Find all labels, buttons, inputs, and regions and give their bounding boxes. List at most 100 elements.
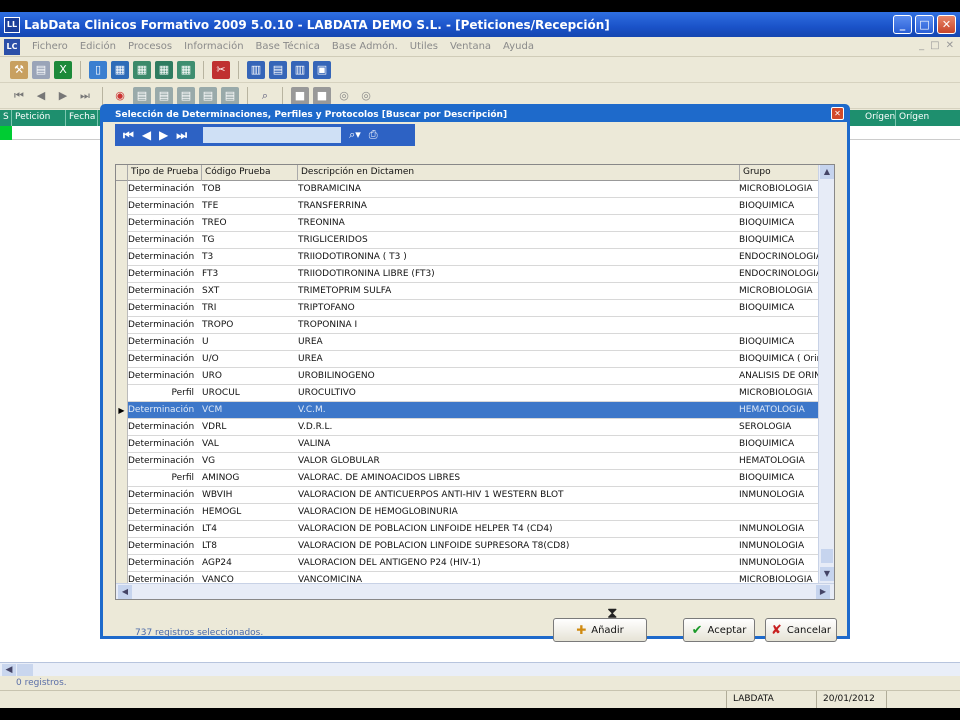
excel-icon[interactable]: X — [54, 60, 72, 79]
table-row[interactable]: Determinación SXT TRIMETOPRIM SULFA MICROBI… — [116, 282, 832, 300]
scroll-left-icon[interactable]: ◀ — [2, 664, 16, 676]
search-icon[interactable]: ⌕▾ — [349, 128, 361, 142]
last-icon[interactable]: ⏭ — [176, 128, 187, 143]
tools-icon[interactable]: ⚒ — [10, 60, 28, 79]
insert-icon[interactable]: ◉ — [111, 87, 129, 105]
table-row[interactable]: Determinación U UREA BIOQUÍMICA — [116, 333, 832, 351]
col-tipo-prueba[interactable]: Tipo de Prueba — [128, 165, 202, 181]
print-icon[interactable]: ▤ — [32, 60, 50, 79]
table-row[interactable]: Determinación TROPO TROPONINA I — [116, 316, 832, 334]
last-record-icon[interactable]: ⏭ — [76, 87, 94, 105]
table-row[interactable]: Determinación TREO TREONINA BIOQUÍMICA — [116, 214, 832, 232]
row-indicator[interactable] — [116, 520, 128, 538]
row-indicator[interactable] — [116, 384, 128, 402]
grid-icon[interactable]: ▦ — [155, 60, 173, 79]
table-row[interactable]: ▶ Determinación VCM V.C.M. HEMATOLOGÍA — [116, 401, 832, 419]
table-row[interactable]: Determinación URO UROBILINOGENO ANÁLISIS DE… — [116, 367, 832, 385]
sort-icon[interactable]: ■ — [313, 86, 331, 105]
table-row[interactable]: Determinación VG VALOR GLOBULAR HEMATOLOGÍA — [116, 452, 832, 470]
row-indicator[interactable] — [116, 537, 128, 555]
table-row[interactable]: Determinación FT3 TRIIODOTIRONINA LIBRE (F… — [116, 265, 832, 283]
table-row[interactable]: Determinación WBVIH VALORACION DE ANTICUER… — [116, 486, 832, 504]
menu-ayuda[interactable]: Ayuda — [497, 41, 540, 52]
col-descripcion[interactable]: Descripción en Dictamen — [298, 165, 740, 181]
mdi-restore-button[interactable]: □ — [930, 40, 939, 51]
row-indicator[interactable] — [116, 350, 128, 368]
row-indicator[interactable] — [116, 333, 128, 351]
cascade-icon[interactable]: ▤ — [269, 60, 287, 79]
print-icon[interactable]: ⎙ — [369, 128, 378, 142]
background-horizontal-scrollbar[interactable]: ◀ — [0, 662, 960, 676]
database-icon[interactable]: ▦ — [111, 60, 129, 79]
table-row[interactable]: Determinación T3 TRIIODOTIRONINA ( T3 ) END… — [116, 248, 832, 266]
table-row[interactable]: Determinación AGP24 VALORACIÓN DEL ANTÍGEN… — [116, 554, 832, 572]
first-icon[interactable]: ⏮ — [123, 128, 134, 143]
table-row[interactable]: Perfil UROCUL UROCULTIVO MICROBIOLOGÍA — [116, 384, 832, 402]
table-row[interactable]: Determinación U/O UREA BIOQUÍMICA ( Orina — [116, 350, 832, 368]
row-indicator[interactable] — [116, 452, 128, 470]
maximize-button[interactable]: □ — [915, 15, 934, 34]
table-row[interactable]: Determinación TOB TOBRAMICINA MICROBIOLOGÍA — [116, 180, 832, 198]
row-indicator[interactable] — [116, 180, 128, 198]
refresh-icon[interactable]: ◎ — [335, 87, 353, 105]
table-row[interactable]: Perfil AMINOG VALORAC. DE AMINOACIDOS LIBR… — [116, 469, 832, 487]
menu-ventana[interactable]: Ventana — [444, 41, 497, 52]
table-row[interactable]: Determinación HEMOGL VALORACION DE HEMOGLO… — [116, 503, 832, 521]
close-button[interactable]: ✕ — [937, 15, 956, 34]
save-icon[interactable]: ▤ — [199, 86, 217, 105]
list-icon[interactable]: ▦ — [177, 60, 195, 79]
window-icon[interactable]: ▣ — [313, 60, 331, 79]
row-indicator[interactable] — [116, 418, 128, 436]
search-icon[interactable]: ⌕ — [256, 87, 274, 105]
row-indicator[interactable] — [116, 265, 128, 283]
menu-fichero[interactable]: Fichero — [26, 41, 74, 52]
menu-procesos[interactable]: Procesos — [122, 41, 178, 52]
cancel-button[interactable]: ✘ Cancelar — [765, 618, 837, 642]
cut-icon[interactable]: ✂ — [212, 60, 230, 79]
add-button[interactable]: ✚ Añadir — [553, 618, 647, 642]
table-row[interactable]: Determinación VAL VALINA BIOQUÍMICA — [116, 435, 832, 453]
row-indicator[interactable]: ▶ — [116, 401, 128, 419]
row-indicator[interactable] — [116, 469, 128, 487]
scroll-left-icon[interactable]: ◀ — [118, 585, 132, 599]
menu-base-tecnica[interactable]: Base Técnica — [250, 41, 326, 52]
row-indicator[interactable] — [116, 486, 128, 504]
row-indicator[interactable] — [116, 282, 128, 300]
horizontal-scrollbar[interactable]: ◀ ▶ — [116, 583, 834, 599]
table-icon[interactable]: ▦ — [133, 60, 151, 79]
col-grupo[interactable]: Grupo — [740, 165, 820, 181]
row-indicator[interactable] — [116, 248, 128, 266]
menu-edicion[interactable]: Edición — [74, 41, 122, 52]
copy-icon[interactable]: ▤ — [155, 86, 173, 105]
next-record-icon[interactable]: ▶ — [54, 87, 72, 105]
menu-informacion[interactable]: Información — [178, 41, 249, 52]
row-indicator[interactable] — [116, 554, 128, 572]
scroll-up-icon[interactable]: ▲ — [820, 165, 834, 179]
columns-icon[interactable]: ▥ — [291, 60, 309, 79]
settings-icon[interactable]: ◎ — [357, 87, 375, 105]
mdi-minimize-button[interactable]: _ — [919, 40, 924, 51]
mdi-close-button[interactable]: ✕ — [946, 40, 954, 51]
table-row[interactable]: Determinación TFE TRANSFERRINA BIOQUÍMICA — [116, 197, 832, 215]
row-indicator[interactable] — [116, 214, 128, 232]
row-indicator[interactable] — [116, 197, 128, 215]
edit-icon[interactable]: ▤ — [133, 86, 151, 105]
row-indicator[interactable] — [116, 503, 128, 521]
table-row[interactable]: Determinación VDRL V.D.R.L. SEROLOGÍA — [116, 418, 832, 436]
search-input[interactable] — [203, 127, 342, 143]
col-codigo-prueba[interactable]: Código Prueba — [202, 165, 298, 181]
row-indicator[interactable] — [116, 231, 128, 249]
table-row[interactable]: Determinación LT8 VALORACION DE POBLACION … — [116, 537, 832, 555]
tile-icon[interactable]: ▥ — [247, 60, 265, 79]
document-icon[interactable]: ▯ — [89, 60, 107, 79]
filter-icon[interactable]: ■ — [291, 86, 309, 105]
prev-icon[interactable]: ◀ — [142, 128, 151, 142]
menu-utiles[interactable]: Utiles — [404, 41, 444, 52]
prev-record-icon[interactable]: ◀ — [32, 87, 50, 105]
first-record-icon[interactable]: ⏮ — [10, 87, 28, 105]
row-indicator[interactable] — [116, 367, 128, 385]
table-row[interactable]: Determinación TRI TRIPTOFANO BIOQUÍMICA — [116, 299, 832, 317]
row-indicator[interactable] — [116, 316, 128, 334]
accept-button[interactable]: ✔ Aceptar — [683, 618, 755, 642]
minimize-button[interactable]: _ — [893, 15, 912, 34]
